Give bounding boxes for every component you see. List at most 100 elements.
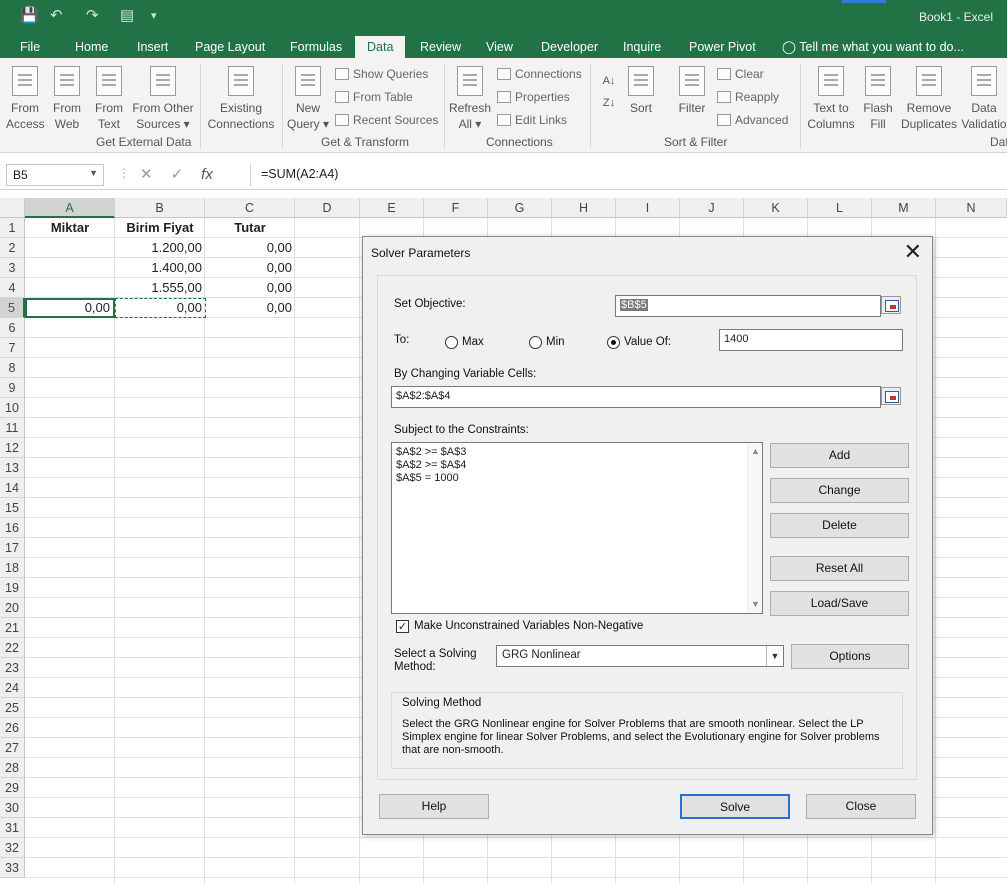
column-header-c[interactable]: C: [205, 198, 295, 218]
cell-b5[interactable]: 0,00: [115, 298, 206, 318]
delete-button[interactable]: Delete: [770, 513, 909, 538]
tab-developer[interactable]: Developer: [529, 36, 610, 58]
cell-a1[interactable]: Miktar: [25, 218, 115, 238]
row-header-8[interactable]: 8: [0, 358, 25, 378]
row-header-21[interactable]: 21: [0, 618, 25, 638]
tab-page-layout[interactable]: Page Layout: [183, 36, 277, 58]
column-header-a[interactable]: A: [25, 198, 115, 218]
redo-icon[interactable]: ↷: [86, 8, 99, 24]
collapse-dialog-icon[interactable]: [881, 387, 901, 405]
row-header-6[interactable]: 6: [0, 318, 25, 338]
column-header-n[interactable]: N: [936, 198, 1007, 218]
cell-b2[interactable]: 1.200,00: [115, 238, 205, 258]
column-header-g[interactable]: G: [488, 198, 552, 218]
row-header-4[interactable]: 4: [0, 278, 25, 298]
row-header-18[interactable]: 18: [0, 558, 25, 578]
from-other-sources-button[interactable]: From Other Sources ▾: [130, 66, 196, 132]
chevron-down-icon[interactable]: ▼: [766, 646, 783, 666]
row-header-5[interactable]: 5: [0, 298, 25, 318]
column-header-l[interactable]: L: [808, 198, 872, 218]
options-button[interactable]: Options: [791, 644, 909, 669]
insert-function-icon[interactable]: fx: [201, 166, 213, 183]
save-icon[interactable]: 💾: [20, 8, 39, 24]
column-header-j[interactable]: J: [680, 198, 744, 218]
flash-fill-button[interactable]: Flash Fill: [860, 66, 896, 132]
collapse-dialog-icon[interactable]: [881, 296, 901, 314]
text-to-columns-button[interactable]: Text to Columns: [805, 66, 857, 132]
customize-icon[interactable]: ▾: [151, 8, 157, 24]
solving-method-select[interactable]: GRG Nonlinear ▼: [496, 645, 784, 667]
cancel-icon[interactable]: ✕: [140, 166, 171, 183]
tab-data[interactable]: Data: [355, 36, 406, 58]
undo-icon[interactable]: ↶: [50, 8, 63, 24]
list-item[interactable]: $A$2 >= $A$4: [396, 459, 758, 472]
data-validation-button[interactable]: Data Validatio: [961, 66, 1007, 132]
tab-home[interactable]: Home: [63, 36, 120, 58]
properties-button[interactable]: Properties: [497, 89, 570, 105]
connections-button[interactable]: Connections: [497, 66, 582, 82]
row-header-17[interactable]: 17: [0, 538, 25, 558]
sort-button[interactable]: Sort: [624, 66, 658, 116]
from-access-button[interactable]: From Access: [6, 66, 45, 132]
from-text-button[interactable]: From Text: [90, 66, 128, 132]
column-header-d[interactable]: D: [295, 198, 360, 218]
row-header-26[interactable]: 26: [0, 718, 25, 738]
column-header-h[interactable]: H: [552, 198, 616, 218]
column-header-m[interactable]: M: [872, 198, 936, 218]
chevron-down-icon[interactable]: ▼: [89, 168, 98, 178]
tab-inquire[interactable]: Inquire: [611, 36, 673, 58]
show-queries-button[interactable]: Show Queries: [335, 66, 428, 82]
cell-c4[interactable]: 0,00: [205, 278, 295, 298]
from-web-button[interactable]: From Web: [48, 66, 86, 132]
change-button[interactable]: Change: [770, 478, 909, 503]
chevron-down-icon[interactable]: ▼: [751, 598, 760, 611]
reapply-button[interactable]: Reapply: [717, 89, 779, 105]
from-table-button[interactable]: From Table: [335, 89, 413, 105]
row-header-7[interactable]: 7: [0, 338, 25, 358]
row-header-13[interactable]: 13: [0, 458, 25, 478]
row-header-9[interactable]: 9: [0, 378, 25, 398]
print-preview-icon[interactable]: ▤: [120, 8, 134, 24]
remove-duplicates-button[interactable]: Remove Duplicates: [899, 66, 959, 132]
tab-power-pivot[interactable]: Power Pivot: [677, 36, 768, 58]
row-header-29[interactable]: 29: [0, 778, 25, 798]
row-header-25[interactable]: 25: [0, 698, 25, 718]
refresh-all-button[interactable]: Refresh All ▾: [449, 66, 491, 132]
solve-button[interactable]: Solve: [680, 794, 790, 819]
row-header-27[interactable]: 27: [0, 738, 25, 758]
existing-connections-button[interactable]: Existing Connections: [205, 66, 277, 132]
tab-formulas[interactable]: Formulas: [278, 36, 354, 58]
column-header-b[interactable]: B: [115, 198, 205, 218]
row-header-23[interactable]: 23: [0, 658, 25, 678]
row-header-19[interactable]: 19: [0, 578, 25, 598]
row-header-22[interactable]: 22: [0, 638, 25, 658]
name-box[interactable]: B5 ▼: [6, 164, 104, 186]
select-all-corner[interactable]: [0, 198, 25, 218]
list-item[interactable]: $A$2 >= $A$3: [396, 446, 758, 459]
row-header-3[interactable]: 3: [0, 258, 25, 278]
advanced-button[interactable]: Advanced: [717, 112, 788, 128]
list-item[interactable]: $A$5 = 1000: [396, 472, 758, 485]
chevron-up-icon[interactable]: ▲: [751, 445, 760, 458]
row-header-30[interactable]: 30: [0, 798, 25, 818]
tab-insert[interactable]: Insert: [125, 36, 180, 58]
sort-az-icon[interactable]: A↓ Z↓: [598, 70, 620, 114]
cell-c5[interactable]: 0,00: [205, 298, 295, 318]
formula-input[interactable]: =SUM(A2:A4): [250, 164, 1007, 186]
column-header-f[interactable]: F: [424, 198, 488, 218]
row-header-10[interactable]: 10: [0, 398, 25, 418]
column-header-k[interactable]: K: [744, 198, 808, 218]
tell-me-box[interactable]: ◯ Tell me what you want to do...: [770, 36, 976, 58]
row-header-33[interactable]: 33: [0, 858, 25, 878]
clear-button[interactable]: Clear: [717, 66, 764, 82]
cell-b4[interactable]: 1.555,00: [115, 278, 205, 298]
tab-review[interactable]: Review: [408, 36, 473, 58]
cell-c2[interactable]: 0,00: [205, 238, 295, 258]
changing-cells-input[interactable]: $A$2:$A$4: [391, 386, 881, 408]
load-save-button[interactable]: Load/Save: [770, 591, 909, 616]
recent-sources-button[interactable]: Recent Sources: [335, 112, 438, 128]
row-header-1[interactable]: 1: [0, 218, 25, 238]
row-header-12[interactable]: 12: [0, 438, 25, 458]
cell-c3[interactable]: 0,00: [205, 258, 295, 278]
enter-icon[interactable]: ✓: [171, 166, 202, 183]
